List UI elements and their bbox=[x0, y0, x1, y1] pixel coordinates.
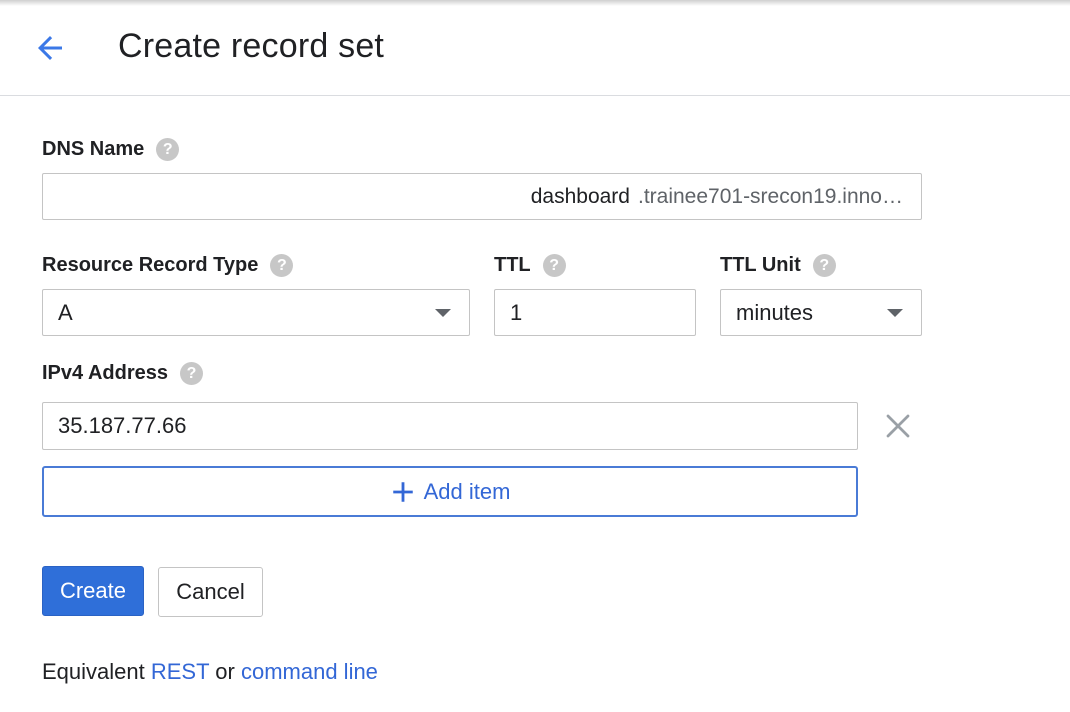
rest-link[interactable]: REST bbox=[151, 659, 209, 684]
create-record-set-page: Create record set DNS Name ? dashboard .… bbox=[0, 0, 1070, 712]
ttl-input[interactable]: 1 bbox=[494, 289, 696, 336]
page-title: Create record set bbox=[118, 27, 385, 65]
add-item-label: Add item bbox=[423, 478, 511, 504]
ttl-label: TTL ? bbox=[494, 254, 566, 277]
create-button[interactable]: Create bbox=[42, 566, 144, 616]
plus-icon bbox=[390, 479, 416, 505]
record-type-select[interactable]: A bbox=[42, 289, 470, 336]
footer-or: or bbox=[215, 659, 235, 684]
record-type-selected: A bbox=[58, 299, 73, 325]
ttl-unit-selected: minutes bbox=[736, 299, 814, 325]
ttl-unit-select[interactable]: minutes bbox=[720, 289, 922, 336]
close-icon bbox=[886, 414, 910, 438]
ttl-label-text: TTL bbox=[494, 254, 531, 276]
add-item-button[interactable]: Add item bbox=[42, 466, 858, 517]
footer-prefix: Equivalent bbox=[42, 659, 145, 684]
back-button[interactable] bbox=[28, 28, 72, 68]
ttl-unit-label-text: TTL Unit bbox=[720, 254, 801, 276]
dropdown-arrow-icon bbox=[887, 308, 903, 317]
help-icon[interactable]: ? bbox=[180, 362, 203, 385]
page-header: Create record set bbox=[0, 0, 1070, 96]
help-icon[interactable]: ? bbox=[270, 254, 294, 277]
command-line-link[interactable]: command line bbox=[241, 659, 378, 684]
dns-name-label: DNS Name ? bbox=[42, 138, 180, 161]
ipv4-value: 35.187.77.66 bbox=[58, 413, 187, 438]
record-type-label-text: Resource Record Type bbox=[42, 254, 259, 276]
ipv4-label: IPv4 Address ? bbox=[42, 362, 203, 385]
ttl-unit-label: TTL Unit ? bbox=[720, 254, 836, 277]
dns-name-value: dashboard bbox=[530, 184, 630, 208]
equivalent-footer: Equivalent REST or command line bbox=[42, 659, 378, 685]
dns-name-input[interactable]: dashboard .trainee701-srecon19.inno… bbox=[42, 173, 922, 220]
ipv4-label-text: IPv4 Address bbox=[42, 362, 168, 384]
ttl-value: 1 bbox=[510, 299, 523, 325]
help-icon[interactable]: ? bbox=[542, 254, 566, 277]
dns-name-suffix: .trainee701-srecon19.inno… bbox=[637, 184, 903, 208]
dns-name-label-text: DNS Name bbox=[42, 138, 145, 160]
arrow-back-icon bbox=[38, 36, 62, 60]
dropdown-arrow-icon bbox=[435, 308, 451, 317]
help-icon[interactable]: ? bbox=[156, 138, 180, 161]
help-icon[interactable]: ? bbox=[812, 254, 836, 277]
record-type-label: Resource Record Type ? bbox=[42, 254, 294, 277]
ipv4-input[interactable]: 35.187.77.66 bbox=[42, 402, 858, 450]
remove-item-button[interactable] bbox=[880, 408, 916, 444]
cancel-button[interactable]: Cancel bbox=[158, 567, 263, 617]
